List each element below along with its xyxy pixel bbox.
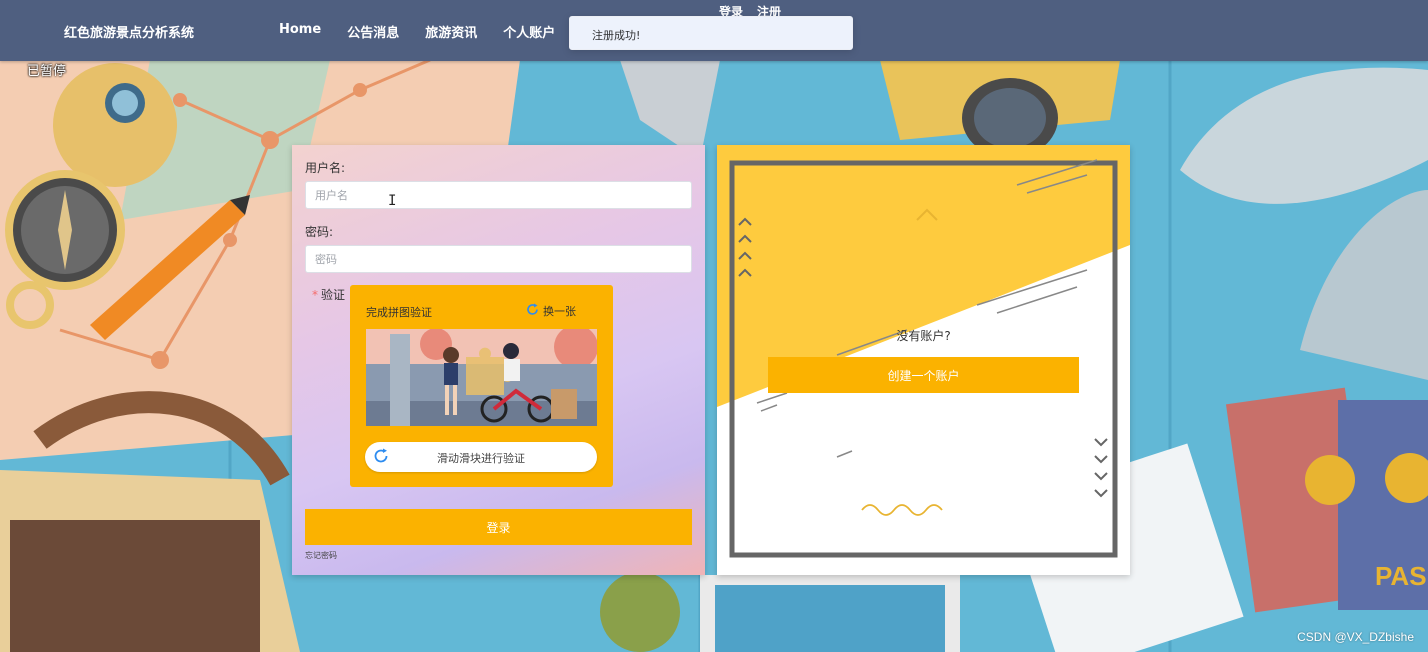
required-mark: * xyxy=(312,288,318,302)
refresh-captcha-button[interactable]: 换一张 xyxy=(526,303,576,319)
nav-home[interactable]: Home xyxy=(279,22,321,41)
background-illustration: PAS xyxy=(0,0,1428,652)
success-toast: 注册成功! xyxy=(569,16,853,50)
captcha-slider[interactable]: 滑动滑块进行验证 xyxy=(365,442,597,472)
top-navbar: 红色旅游景点分析系统 Home 公告消息 旅游资讯 个人账户 登录 注册 注册成… xyxy=(0,0,1428,61)
watermark: CSDN @VX_DZbishe xyxy=(1297,630,1414,644)
nav-travel-news[interactable]: 旅游资讯 xyxy=(425,22,477,41)
main-nav: Home 公告消息 旅游资讯 个人账户 xyxy=(279,22,581,41)
refresh-label: 换一张 xyxy=(543,305,576,318)
text-cursor-icon: I xyxy=(388,193,397,209)
paused-label: 已暂停 xyxy=(27,64,67,79)
captcha-label-text: 验证 xyxy=(321,288,346,302)
password-input[interactable] xyxy=(305,245,692,273)
refresh-icon xyxy=(526,303,539,319)
brand-title: 红色旅游景点分析系统 xyxy=(64,26,195,41)
captcha-image xyxy=(366,329,597,426)
slider-hint: 滑动滑块进行验证 xyxy=(437,452,525,465)
login-submit-button[interactable]: 登录 xyxy=(305,509,692,545)
puzzle-captcha: 完成拼图验证 换一张 滑动滑块进行验证 xyxy=(350,285,613,487)
no-account-prompt: 没有账户? xyxy=(896,329,951,343)
captcha-title: 完成拼图验证 xyxy=(366,306,432,319)
login-panel: 用户名: I 密码: *验证 完成拼图验证 换一张 xyxy=(292,145,705,575)
captcha-label: * 验证 xyxy=(312,286,345,303)
password-label: 密码: xyxy=(305,225,334,239)
forgot-password-link[interactable]: 忘记密码 xyxy=(305,550,337,561)
create-account-button[interactable]: 创建一个账户 xyxy=(768,357,1079,393)
nav-announcements[interactable]: 公告消息 xyxy=(347,22,399,41)
nav-personal-account[interactable]: 个人账户 xyxy=(503,22,555,41)
username-input[interactable] xyxy=(305,181,692,209)
svg-text:PAS: PAS xyxy=(1375,561,1427,591)
username-label: 用户名: xyxy=(305,161,346,175)
register-panel: 没有账户? 创建一个账户 xyxy=(717,145,1130,575)
